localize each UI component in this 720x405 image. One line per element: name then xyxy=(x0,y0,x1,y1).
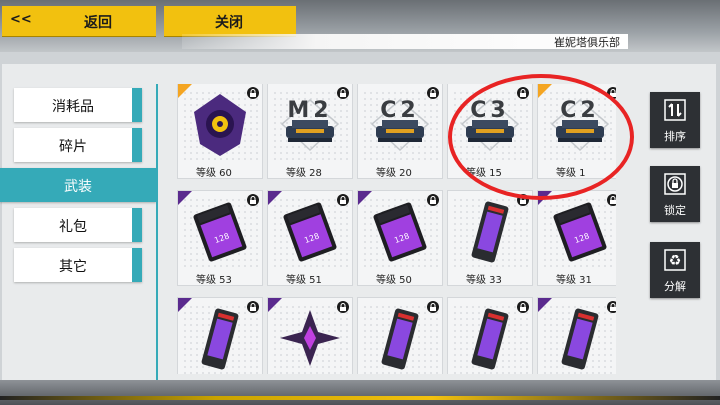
item-card[interactable] xyxy=(268,298,352,374)
padlock-icon[interactable] xyxy=(337,87,349,99)
memory-card-icon: 128 xyxy=(542,197,616,267)
item-level: 等级 53 xyxy=(196,275,232,286)
item-card[interactable] xyxy=(178,298,262,374)
nav-item-label: 礼包 xyxy=(59,219,87,235)
padlock-icon[interactable] xyxy=(607,194,616,206)
item-level: 等级 31 xyxy=(556,275,592,286)
padlock-icon[interactable] xyxy=(247,87,259,99)
padlock-icon[interactable] xyxy=(517,301,529,313)
bottom-bar xyxy=(0,380,720,405)
item-card[interactable] xyxy=(448,298,532,374)
bottom-glow xyxy=(0,396,720,400)
rarity-badge-icon xyxy=(178,84,192,98)
highlight-circle xyxy=(448,74,634,200)
battery-icon xyxy=(542,304,616,374)
item-card[interactable]: 128 等级 50 xyxy=(358,191,442,286)
item-card[interactable]: C2 等级 20 xyxy=(358,84,442,179)
memory-card-icon: 128 xyxy=(272,197,348,267)
padlock-icon[interactable] xyxy=(247,301,259,313)
nav-item-label: 消耗品 xyxy=(52,99,94,115)
rarity-badge-icon xyxy=(178,298,192,312)
sort-icon xyxy=(664,99,686,121)
rarity-badge-icon xyxy=(268,191,282,205)
item-card[interactable] xyxy=(538,298,616,374)
module-icon: M2 xyxy=(272,90,348,160)
rarity-badge-icon xyxy=(268,298,282,312)
item-level: 等级 60 xyxy=(196,168,232,179)
close-button-label: 关闭 xyxy=(215,15,243,31)
item-level: 等级 28 xyxy=(286,168,322,179)
padlock-icon[interactable] xyxy=(337,194,349,206)
item-level: 等级 51 xyxy=(286,275,322,286)
back-chevron-icon: << xyxy=(10,12,32,27)
padlock-icon[interactable] xyxy=(337,301,349,313)
memory-card-icon: 128 xyxy=(362,197,438,267)
recycle-button[interactable]: ♻ 分解 xyxy=(650,242,700,298)
padlock-icon[interactable] xyxy=(607,301,616,313)
padlock-icon[interactable] xyxy=(427,194,439,206)
nav-item[interactable]: 碎片 xyxy=(14,128,142,162)
nav-item[interactable]: 武装 xyxy=(0,168,156,202)
crystal-star-icon xyxy=(272,304,348,374)
nav-item[interactable]: 消耗品 xyxy=(14,88,142,122)
item-card[interactable]: M2 等级 28 xyxy=(268,84,352,179)
nav-item[interactable]: 礼包 xyxy=(14,208,142,242)
svg-text:♻: ♻ xyxy=(669,253,682,269)
memory-card-icon: 128 xyxy=(182,197,258,267)
module-code: C2 xyxy=(380,98,420,123)
club-name: 崔妮塔俱乐部 xyxy=(554,36,620,49)
nav-accent xyxy=(132,248,142,282)
rarity-badge-icon xyxy=(358,191,372,205)
item-card[interactable]: 128 等级 31 xyxy=(538,191,616,286)
nav-divider xyxy=(156,84,158,384)
battery-icon xyxy=(452,197,528,267)
sort-label: 排序 xyxy=(664,130,686,143)
nav-accent xyxy=(132,208,142,242)
item-card[interactable]: 128 等级 53 xyxy=(178,191,262,286)
padlock-icon[interactable] xyxy=(427,301,439,313)
item-card[interactable] xyxy=(358,298,442,374)
item-card[interactable]: 128 等级 51 xyxy=(268,191,352,286)
rarity-badge-icon xyxy=(538,298,552,312)
nav-item[interactable]: 其它 xyxy=(14,248,142,282)
back-button[interactable]: << 返回 xyxy=(2,6,156,36)
nav-item-label: 碎片 xyxy=(59,139,87,155)
module-code: M2 xyxy=(287,98,333,123)
item-level: 等级 20 xyxy=(376,168,412,179)
item-card[interactable]: 等级 60 xyxy=(178,84,262,179)
item-card[interactable]: 等级 33 xyxy=(448,191,532,286)
top-bar: << 返回 关闭 崔妮塔俱乐部 xyxy=(0,0,720,52)
nav-item-label: 武装 xyxy=(64,179,92,195)
battery-icon xyxy=(362,304,438,374)
nav-accent xyxy=(132,128,142,162)
lock-label: 锁定 xyxy=(664,204,686,217)
module-icon: C2 xyxy=(362,90,438,160)
lock-icon xyxy=(664,173,686,195)
nav-accent xyxy=(132,88,142,122)
recycle-icon: ♻ xyxy=(664,249,686,271)
close-button[interactable]: 关闭 xyxy=(164,6,296,36)
rarity-badge-icon xyxy=(178,191,192,205)
battery-icon xyxy=(452,304,528,374)
recycle-label: 分解 xyxy=(664,280,686,293)
battery-icon xyxy=(182,304,258,374)
padlock-icon[interactable] xyxy=(247,194,259,206)
item-level: 等级 33 xyxy=(466,275,502,286)
padlock-icon[interactable] xyxy=(427,87,439,99)
club-strip: 崔妮塔俱乐部 xyxy=(182,34,628,49)
back-button-label: 返回 xyxy=(84,15,112,31)
lock-button[interactable]: 锁定 xyxy=(650,166,700,222)
purple-orb-icon xyxy=(182,90,258,160)
sort-button[interactable]: 排序 xyxy=(650,92,700,148)
item-level: 等级 50 xyxy=(376,275,412,286)
nav-item-label: 其它 xyxy=(59,259,87,275)
